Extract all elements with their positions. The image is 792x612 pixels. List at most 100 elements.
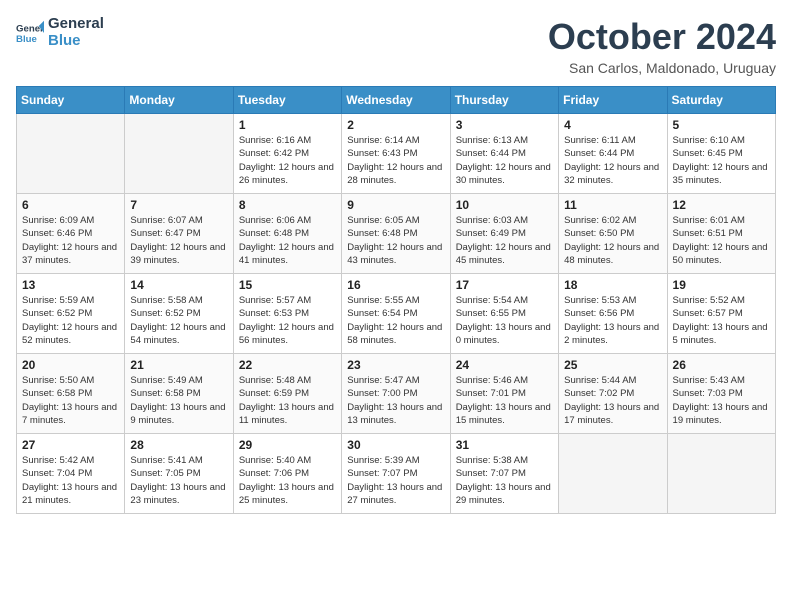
calendar-day bbox=[17, 114, 125, 194]
month-title: October 2024 bbox=[548, 16, 776, 58]
day-info: Sunrise: 5:53 AM Sunset: 6:56 PM Dayligh… bbox=[564, 294, 661, 347]
calendar-day: 9 Sunrise: 6:05 AM Sunset: 6:48 PM Daylig… bbox=[342, 194, 450, 274]
day-info: Sunrise: 6:07 AM Sunset: 6:47 PM Dayligh… bbox=[130, 214, 227, 267]
day-number: 20 bbox=[22, 358, 119, 372]
calendar-day: 4 Sunrise: 6:11 AM Sunset: 6:44 PM Daylig… bbox=[559, 114, 667, 194]
calendar-day bbox=[125, 114, 233, 194]
day-info: Sunrise: 6:01 AM Sunset: 6:51 PM Dayligh… bbox=[673, 214, 770, 267]
day-number: 2 bbox=[347, 118, 444, 132]
calendar-day: 30 Sunrise: 5:39 AM Sunset: 7:07 PM Dayli… bbox=[342, 434, 450, 514]
logo-general-text: General bbox=[48, 16, 104, 33]
day-info: Sunrise: 5:52 AM Sunset: 6:57 PM Dayligh… bbox=[673, 294, 770, 347]
calendar-day: 25Sunrise: 5:44 AM Sunset: 7:02 PM Dayli… bbox=[559, 354, 667, 434]
day-number: 8 bbox=[239, 198, 336, 212]
weekday-header-wednesday: Wednesday bbox=[342, 87, 450, 114]
logo-blue-text: Blue bbox=[48, 33, 104, 50]
day-info: Sunrise: 6:06 AM Sunset: 6:48 PM Dayligh… bbox=[239, 214, 336, 267]
day-info: Sunrise: 5:42 AM Sunset: 7:04 PM Dayligh… bbox=[22, 454, 119, 507]
calendar-day: 22Sunrise: 5:48 AM Sunset: 6:59 PM Dayli… bbox=[233, 354, 341, 434]
day-number: 28 bbox=[130, 438, 227, 452]
day-info: Sunrise: 6:10 AM Sunset: 6:45 PM Dayligh… bbox=[673, 134, 770, 187]
calendar-day: 20 Sunrise: 5:50 AM Sunset: 6:58 PM Dayli… bbox=[17, 354, 125, 434]
day-number: 24 bbox=[456, 358, 553, 372]
day-info: Sunrise: 6:05 AM Sunset: 6:48 PM Dayligh… bbox=[347, 214, 444, 267]
day-info: Sunrise: 5:46 AM Sunset: 7:01 PM Dayligh… bbox=[456, 374, 553, 427]
day-number: 26 bbox=[673, 358, 770, 372]
calendar-day: 26Sunrise: 5:43 AM Sunset: 7:03 PM Dayli… bbox=[667, 354, 775, 434]
day-number: 27 bbox=[22, 438, 119, 452]
calendar-day: 7 Sunrise: 6:07 AM Sunset: 6:47 PM Daylig… bbox=[125, 194, 233, 274]
day-info: Sunrise: 5:54 AM Sunset: 6:55 PM Dayligh… bbox=[456, 294, 553, 347]
calendar-week-3: 13Sunrise: 5:59 AM Sunset: 6:52 PM Dayli… bbox=[17, 274, 776, 354]
calendar-day: 29Sunrise: 5:40 AM Sunset: 7:06 PM Dayli… bbox=[233, 434, 341, 514]
calendar-day: 17Sunrise: 5:54 AM Sunset: 6:55 PM Dayli… bbox=[450, 274, 558, 354]
day-number: 16 bbox=[347, 278, 444, 292]
day-info: Sunrise: 5:57 AM Sunset: 6:53 PM Dayligh… bbox=[239, 294, 336, 347]
calendar-day: 11 Sunrise: 6:02 AM Sunset: 6:50 PM Dayli… bbox=[559, 194, 667, 274]
calendar-day: 8 Sunrise: 6:06 AM Sunset: 6:48 PM Daylig… bbox=[233, 194, 341, 274]
calendar-day: 18Sunrise: 5:53 AM Sunset: 6:56 PM Dayli… bbox=[559, 274, 667, 354]
calendar-day: 12 Sunrise: 6:01 AM Sunset: 6:51 PM Dayli… bbox=[667, 194, 775, 274]
page-header: General Blue General Blue October 2024 S… bbox=[16, 16, 776, 76]
day-info: Sunrise: 6:02 AM Sunset: 6:50 PM Dayligh… bbox=[564, 214, 661, 267]
calendar-day: 6 Sunrise: 6:09 AM Sunset: 6:46 PM Daylig… bbox=[17, 194, 125, 274]
day-info: Sunrise: 5:40 AM Sunset: 7:06 PM Dayligh… bbox=[239, 454, 336, 507]
day-number: 1 bbox=[239, 118, 336, 132]
calendar-day: 2 Sunrise: 6:14 AM Sunset: 6:43 PM Daylig… bbox=[342, 114, 450, 194]
day-info: Sunrise: 5:39 AM Sunset: 7:07 PM Dayligh… bbox=[347, 454, 444, 507]
day-info: Sunrise: 5:47 AM Sunset: 7:00 PM Dayligh… bbox=[347, 374, 444, 427]
calendar-day: 13Sunrise: 5:59 AM Sunset: 6:52 PM Dayli… bbox=[17, 274, 125, 354]
calendar-day: 21Sunrise: 5:49 AM Sunset: 6:58 PM Dayli… bbox=[125, 354, 233, 434]
svg-text:General: General bbox=[16, 23, 44, 34]
weekday-header-tuesday: Tuesday bbox=[233, 87, 341, 114]
calendar-day: 14Sunrise: 5:58 AM Sunset: 6:52 PM Dayli… bbox=[125, 274, 233, 354]
logo-icon: General Blue bbox=[16, 19, 44, 47]
calendar-week-4: 20 Sunrise: 5:50 AM Sunset: 6:58 PM Dayli… bbox=[17, 354, 776, 434]
day-info: Sunrise: 6:09 AM Sunset: 6:46 PM Dayligh… bbox=[22, 214, 119, 267]
day-number: 14 bbox=[130, 278, 227, 292]
weekday-header-thursday: Thursday bbox=[450, 87, 558, 114]
weekday-header-friday: Friday bbox=[559, 87, 667, 114]
calendar-day: 28 Sunrise: 5:41 AM Sunset: 7:05 PM Dayli… bbox=[125, 434, 233, 514]
calendar-week-2: 6 Sunrise: 6:09 AM Sunset: 6:46 PM Daylig… bbox=[17, 194, 776, 274]
day-number: 10 bbox=[456, 198, 553, 212]
day-info: Sunrise: 5:48 AM Sunset: 6:59 PM Dayligh… bbox=[239, 374, 336, 427]
weekday-header-sunday: Sunday bbox=[17, 87, 125, 114]
location: San Carlos, Maldonado, Uruguay bbox=[548, 60, 776, 76]
day-number: 9 bbox=[347, 198, 444, 212]
day-info: Sunrise: 6:13 AM Sunset: 6:44 PM Dayligh… bbox=[456, 134, 553, 187]
day-number: 30 bbox=[347, 438, 444, 452]
calendar-day: 24 Sunrise: 5:46 AM Sunset: 7:01 PM Dayli… bbox=[450, 354, 558, 434]
day-info: Sunrise: 5:49 AM Sunset: 6:58 PM Dayligh… bbox=[130, 374, 227, 427]
day-number: 12 bbox=[673, 198, 770, 212]
day-info: Sunrise: 6:03 AM Sunset: 6:49 PM Dayligh… bbox=[456, 214, 553, 267]
day-number: 23 bbox=[347, 358, 444, 372]
day-number: 13 bbox=[22, 278, 119, 292]
day-number: 7 bbox=[130, 198, 227, 212]
day-info: Sunrise: 5:41 AM Sunset: 7:05 PM Dayligh… bbox=[130, 454, 227, 507]
day-number: 3 bbox=[456, 118, 553, 132]
day-number: 15 bbox=[239, 278, 336, 292]
calendar-week-1: 1Sunrise: 6:16 AM Sunset: 6:42 PM Daylig… bbox=[17, 114, 776, 194]
calendar-day: 19Sunrise: 5:52 AM Sunset: 6:57 PM Dayli… bbox=[667, 274, 775, 354]
day-info: Sunrise: 5:50 AM Sunset: 6:58 PM Dayligh… bbox=[22, 374, 119, 427]
title-block: October 2024 San Carlos, Maldonado, Urug… bbox=[548, 16, 776, 76]
day-info: Sunrise: 6:11 AM Sunset: 6:44 PM Dayligh… bbox=[564, 134, 661, 187]
day-number: 6 bbox=[22, 198, 119, 212]
calendar-day: 5 Sunrise: 6:10 AM Sunset: 6:45 PM Daylig… bbox=[667, 114, 775, 194]
calendar-day: 31Sunrise: 5:38 AM Sunset: 7:07 PM Dayli… bbox=[450, 434, 558, 514]
day-number: 25 bbox=[564, 358, 661, 372]
calendar-header: SundayMondayTuesdayWednesdayThursdayFrid… bbox=[17, 87, 776, 114]
day-number: 11 bbox=[564, 198, 661, 212]
calendar-day: 15 Sunrise: 5:57 AM Sunset: 6:53 PM Dayli… bbox=[233, 274, 341, 354]
calendar-day: 23 Sunrise: 5:47 AM Sunset: 7:00 PM Dayli… bbox=[342, 354, 450, 434]
day-number: 5 bbox=[673, 118, 770, 132]
calendar-day: 10 Sunrise: 6:03 AM Sunset: 6:49 PM Dayli… bbox=[450, 194, 558, 274]
svg-text:Blue: Blue bbox=[16, 33, 37, 44]
calendar-week-5: 27 Sunrise: 5:42 AM Sunset: 7:04 PM Dayli… bbox=[17, 434, 776, 514]
day-number: 31 bbox=[456, 438, 553, 452]
calendar-day: 1Sunrise: 6:16 AM Sunset: 6:42 PM Daylig… bbox=[233, 114, 341, 194]
day-number: 4 bbox=[564, 118, 661, 132]
day-info: Sunrise: 6:14 AM Sunset: 6:43 PM Dayligh… bbox=[347, 134, 444, 187]
calendar-day bbox=[559, 434, 667, 514]
